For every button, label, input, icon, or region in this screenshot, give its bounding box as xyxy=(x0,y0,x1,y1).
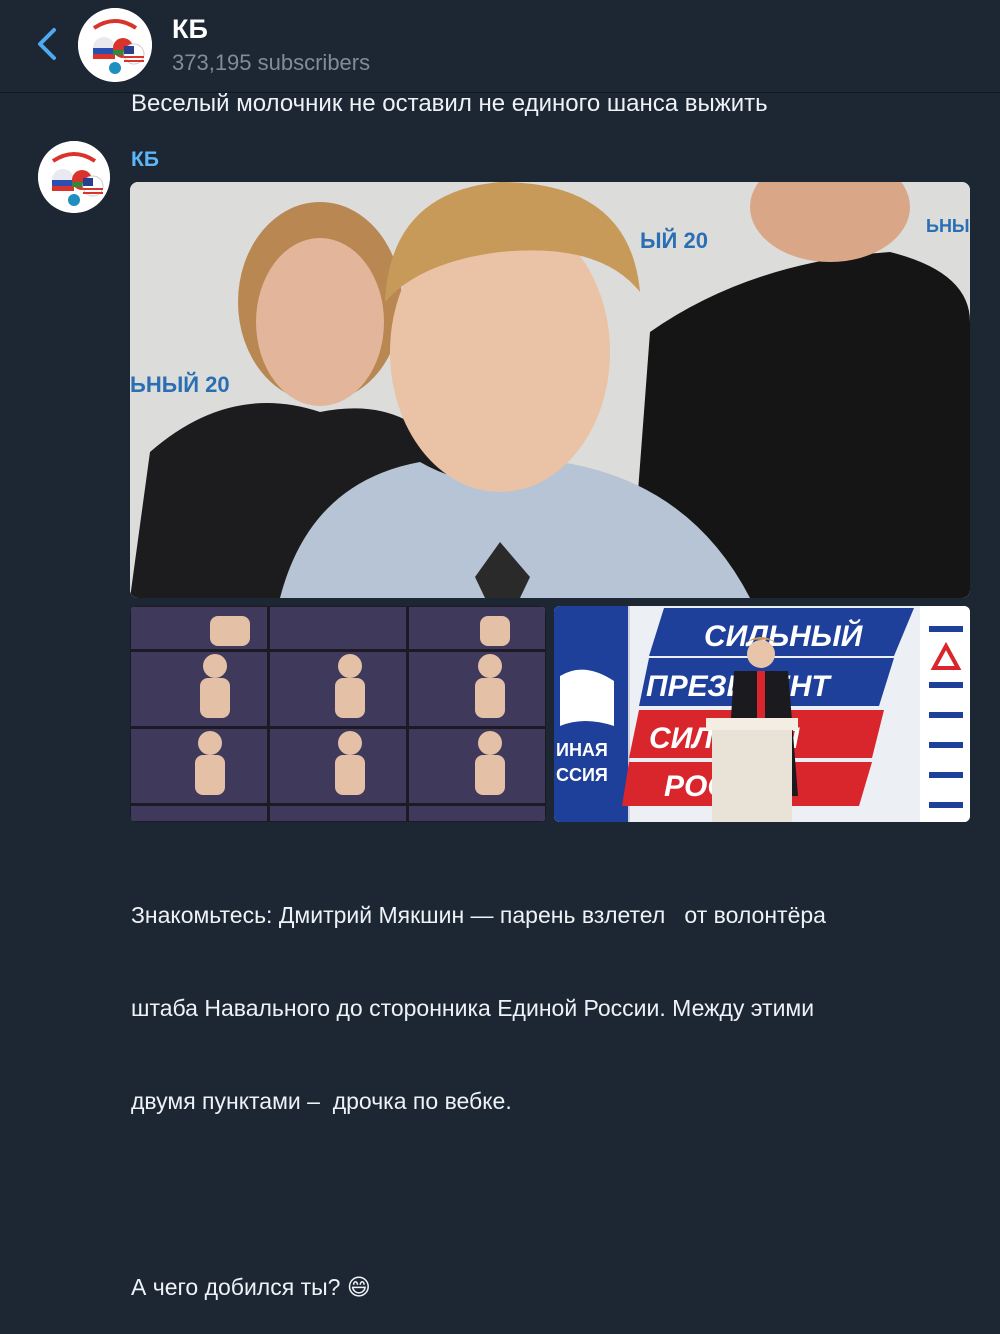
previous-message-text: Веселый молочник не оставил не единого ш… xyxy=(131,90,768,117)
chat-header: КБ 373,195 subscribers xyxy=(0,0,1000,93)
party-text-1: ИНАЯ xyxy=(556,740,608,760)
post-caption-line: А чего добился ты? 😄 xyxy=(131,1274,371,1300)
stage-text-line1: СИЛЬНЫЙ xyxy=(704,618,864,653)
post-author-name[interactable]: КБ xyxy=(131,148,159,172)
channel-avatar[interactable] xyxy=(78,8,152,82)
chevron-left-icon xyxy=(38,28,56,60)
backdrop-text-corner: ЬНЫ xyxy=(926,216,970,236)
post-author-avatar[interactable] xyxy=(38,141,110,213)
photo-stage-speech[interactable]: ИНАЯ ССИЯ СИЛЬНЫЙ ПРЕЗИДЕНТ СИЛЬНАЯ РОСС… xyxy=(554,606,970,822)
selfie-image: ЬНЫЙ 20 ЫЙ 20 ЬНЫ xyxy=(130,182,970,598)
post-caption-line: двумя пунктами – дрочка по вебке. xyxy=(131,1088,512,1114)
backdrop-text-left: ЬНЫЙ 20 xyxy=(130,372,230,397)
post-caption-line xyxy=(131,1179,981,1210)
post-caption-line: Знакомьтесь: Дмитрий Мякшин — парень взл… xyxy=(131,902,826,928)
post-caption: Знакомьтесь: Дмитрий Мякшин — парень взл… xyxy=(131,838,981,1334)
stage-speech-image: ИНАЯ ССИЯ СИЛЬНЫЙ ПРЕЗИДЕНТ СИЛЬНАЯ РОСС… xyxy=(554,606,970,822)
channel-title[interactable]: КБ xyxy=(172,14,208,45)
photo-webcam-collage[interactable] xyxy=(130,606,546,822)
post-caption-line: штаба Навального до сторонника Единой Ро… xyxy=(131,995,815,1021)
webcam-collage-image xyxy=(130,606,546,822)
subscriber-count: 373,195 subscribers xyxy=(172,50,371,75)
backdrop-text-right: ЫЙ 20 xyxy=(640,228,708,253)
party-text-2: ССИЯ xyxy=(556,765,608,785)
countryballs-logo-icon xyxy=(78,8,152,82)
back-button[interactable] xyxy=(26,22,70,66)
photo-selfie[interactable]: ЬНЫЙ 20 ЫЙ 20 ЬНЫ xyxy=(130,182,970,598)
countryballs-logo-icon xyxy=(38,141,110,213)
